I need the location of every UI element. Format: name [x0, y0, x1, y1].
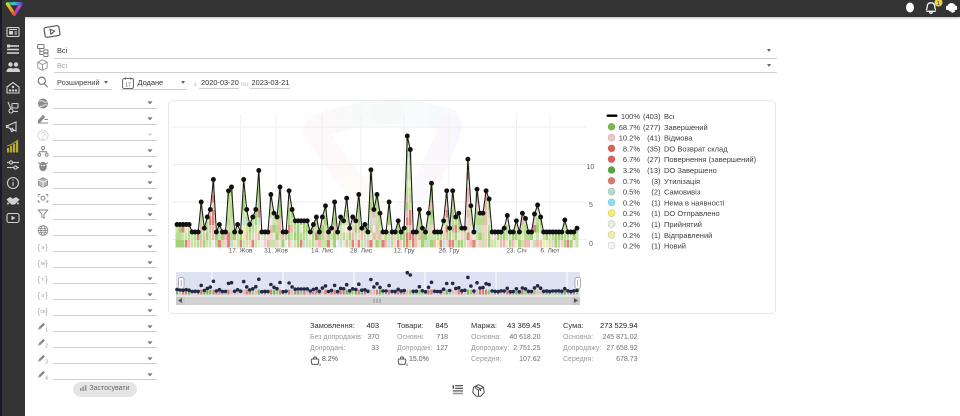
svg-text:1: 1 — [937, 1, 940, 7]
svg-text:12. Гру: 12. Гру — [394, 248, 416, 255]
svg-text:(403): (403) — [643, 112, 661, 121]
svg-text:0: 0 — [589, 241, 593, 248]
svg-text:5: 5 — [589, 202, 593, 209]
svg-text:100%: 100% — [621, 112, 641, 121]
svg-text:(1): (1) — [651, 198, 661, 207]
svg-text:(13): (13) — [647, 166, 661, 175]
svg-text:17. Жов: 17. Жов — [229, 248, 253, 255]
svg-text:0.2%: 0.2% — [623, 198, 640, 207]
svg-text:Відправлений: Відправлений — [664, 231, 712, 240]
svg-text:0.2%: 0.2% — [623, 231, 640, 240]
svg-text:14. Лис: 14. Лис — [311, 248, 334, 255]
svg-text:DO Завершено: DO Завершено — [664, 166, 717, 175]
svg-text:Всі: Всі — [664, 112, 675, 121]
svg-text:28. Лис: 28. Лис — [350, 248, 373, 255]
svg-text:Утилізація: Утилізація — [664, 177, 700, 186]
svg-text:(3): (3) — [651, 177, 661, 186]
svg-text:(1): (1) — [651, 209, 661, 218]
svg-text:0.5%: 0.5% — [623, 188, 640, 197]
svg-text:Новий: Новий — [664, 242, 686, 251]
svg-text:3.2%: 3.2% — [623, 166, 640, 175]
svg-text:6. Лют: 6. Лют — [540, 248, 559, 255]
svg-text:(41): (41) — [647, 134, 661, 143]
svg-text:(2): (2) — [651, 188, 661, 197]
svg-text:23. Січ: 23. Січ — [506, 247, 526, 255]
svg-text:DO Отправлено: DO Отправлено — [664, 209, 720, 218]
svg-text:Повернення (завершений): Повернення (завершений) — [664, 155, 757, 164]
svg-text:Відмова: Відмова — [664, 134, 693, 143]
svg-text:10: 10 — [587, 164, 595, 171]
svg-text:Завершений: Завершений — [664, 123, 708, 132]
svg-text:8.7%: 8.7% — [623, 144, 640, 153]
svg-text:31. Жов: 31. Жов — [264, 248, 288, 255]
svg-text:0.2%: 0.2% — [623, 220, 640, 229]
svg-text:26. Гру: 26. Гру — [439, 248, 461, 255]
svg-text:Прийнятий: Прийнятий — [664, 220, 702, 229]
svg-text:(27): (27) — [647, 155, 661, 164]
svg-text:0.7%: 0.7% — [623, 177, 640, 186]
svg-text:6.7%: 6.7% — [623, 155, 640, 164]
svg-text:Нема в наявності: Нема в наявності — [664, 198, 725, 207]
svg-text:(35): (35) — [647, 144, 661, 153]
svg-text:(1): (1) — [651, 242, 661, 251]
svg-text:DO Возврат склад: DO Возврат склад — [664, 144, 728, 153]
svg-text:Самовивіз: Самовивіз — [664, 188, 701, 197]
svg-text:(1): (1) — [651, 220, 661, 229]
svg-text:0.2%: 0.2% — [623, 209, 640, 218]
svg-text:(277): (277) — [643, 123, 661, 132]
svg-text:68.7%: 68.7% — [619, 123, 641, 132]
svg-text:0.2%: 0.2% — [623, 242, 640, 251]
svg-text:10.2%: 10.2% — [619, 134, 641, 143]
svg-text:(1): (1) — [651, 231, 661, 240]
